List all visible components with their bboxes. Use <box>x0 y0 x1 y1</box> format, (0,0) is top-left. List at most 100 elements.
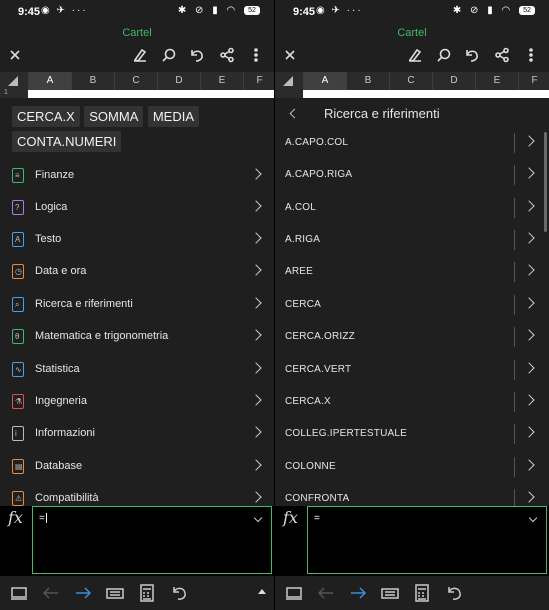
chevron-right-icon[interactable] <box>523 167 535 179</box>
category-matematica[interactable]: θ Matematica e trigonometria <box>0 321 274 353</box>
column-header-e[interactable]: E <box>475 72 518 90</box>
chevron-right-icon[interactable] <box>523 297 535 309</box>
column-header-a[interactable]: A <box>28 72 71 90</box>
previous-cell-button[interactable] <box>42 584 60 602</box>
row-header[interactable] <box>275 90 303 98</box>
recent-function-chip[interactable]: CERCA.X <box>12 106 80 127</box>
category-finanze[interactable]: ≡ Finanze <box>0 160 274 192</box>
chevron-right-icon[interactable] <box>523 362 535 374</box>
select-all-corner[interactable] <box>275 72 303 90</box>
function-item[interactable]: AREE <box>275 256 549 288</box>
number-keyboard-button[interactable] <box>106 584 124 602</box>
select-all-corner[interactable] <box>0 72 28 90</box>
back-arrow-icon[interactable] <box>289 108 300 119</box>
close-button[interactable] <box>281 46 299 64</box>
formula-input[interactable]: = <box>307 506 547 574</box>
chevron-right-icon[interactable] <box>523 459 535 471</box>
formula-bar: fx = <box>0 506 274 576</box>
category-label: Data e ora <box>35 265 87 277</box>
function-item[interactable]: CERCA.VERT <box>275 354 549 386</box>
category-informazioni[interactable]: i Informazioni <box>0 418 274 450</box>
function-item[interactable]: A.COL <box>275 192 549 224</box>
column-header-d[interactable]: D <box>157 72 200 90</box>
column-header-f[interactable]: F <box>243 72 274 90</box>
fx-label[interactable]: fx <box>283 508 298 527</box>
close-icon <box>285 50 295 60</box>
formula-input[interactable]: = <box>32 506 272 574</box>
share-button[interactable] <box>493 46 511 64</box>
column-header-f[interactable]: F <box>518 72 549 90</box>
row-header[interactable]: 1 <box>0 89 28 98</box>
category-data-e-ora[interactable]: ◷ Data e ora <box>0 256 274 288</box>
function-item[interactable]: A.RIGA <box>275 224 549 256</box>
redo-button[interactable] <box>171 584 189 602</box>
chevron-right-icon[interactable] <box>523 426 535 438</box>
category-compatibilita[interactable]: ⚠ Compatibilità <box>0 483 274 508</box>
chevron-right-icon[interactable] <box>523 135 535 147</box>
function-item[interactable]: COLLEG.IPERTESTUALE <box>275 418 549 450</box>
close-button[interactable] <box>6 46 24 64</box>
next-cell-button[interactable] <box>74 584 92 602</box>
chevron-down-icon[interactable] <box>528 513 538 523</box>
previous-cell-button[interactable] <box>317 584 335 602</box>
column-header-a[interactable]: A <box>303 72 346 90</box>
next-cell-button[interactable] <box>349 584 367 602</box>
expand-up-icon[interactable] <box>258 589 266 594</box>
chevron-right-icon[interactable] <box>523 264 535 276</box>
calculator-button[interactable] <box>413 584 431 602</box>
chevron-right-icon <box>250 297 262 309</box>
function-item[interactable]: CERCA <box>275 289 549 321</box>
undo-button[interactable] <box>463 46 481 64</box>
search-button[interactable] <box>160 46 178 64</box>
fx-label[interactable]: fx <box>8 508 23 527</box>
chevron-right-icon[interactable] <box>523 491 535 503</box>
search-icon <box>162 48 176 62</box>
chevron-right-icon <box>250 362 262 374</box>
category-database[interactable]: ▤ Database <box>0 451 274 483</box>
share-button[interactable] <box>218 46 236 64</box>
function-item[interactable]: A.CAPO.COL <box>275 127 549 159</box>
function-item[interactable]: CERCA.ORIZZ <box>275 321 549 353</box>
recent-function-chip[interactable]: MEDIA <box>147 106 199 127</box>
number-keyboard-button[interactable] <box>381 584 399 602</box>
function-item[interactable]: CERCA.X <box>275 386 549 418</box>
column-header-d[interactable]: D <box>432 72 475 90</box>
column-header-c[interactable]: C <box>114 72 157 90</box>
chevron-right-icon[interactable] <box>523 200 535 212</box>
chevron-right-icon[interactable] <box>523 394 535 406</box>
grid-row-1[interactable]: 1 <box>0 89 274 98</box>
function-item[interactable]: A.CAPO.RIGA <box>275 159 549 191</box>
category-logica[interactable]: ? Logica <box>0 192 274 224</box>
chevron-right-icon[interactable] <box>523 232 535 244</box>
chevron-right-icon <box>250 491 262 503</box>
undo-button[interactable] <box>188 46 206 64</box>
draw-button[interactable] <box>131 46 149 64</box>
status-time: 9:45 <box>293 6 316 18</box>
category-ingegneria[interactable]: ⚗ Ingegneria <box>0 386 274 418</box>
numpad-icon <box>381 588 399 599</box>
keyboard-toggle-button[interactable] <box>10 584 28 602</box>
function-item[interactable]: COLONNE <box>275 451 549 483</box>
more-options-button[interactable] <box>522 46 540 64</box>
search-button[interactable] <box>435 46 453 64</box>
column-header-e[interactable]: E <box>200 72 243 90</box>
recent-function-chip[interactable]: CONTA.NUMERI <box>12 131 122 152</box>
grid-row-1[interactable] <box>275 90 549 98</box>
category-statistica[interactable]: ∿ Statistica <box>0 354 274 386</box>
draw-button[interactable] <box>406 46 424 64</box>
more-options-button[interactable] <box>247 46 265 64</box>
column-header-c[interactable]: C <box>389 72 432 90</box>
chevron-right-icon[interactable] <box>523 329 535 341</box>
keyboard-toggle-button[interactable] <box>285 584 303 602</box>
recent-function-chip[interactable]: SOMMA <box>84 106 144 127</box>
status-bar: 9:45 ◉ ✈ ··· ✱ ⊘ ▮ ◠ 52 <box>275 0 549 26</box>
calculator-icon <box>415 584 429 602</box>
function-item[interactable]: CONFRONTA <box>275 483 549 508</box>
column-header-b[interactable]: B <box>346 72 389 90</box>
column-header-b[interactable]: B <box>71 72 114 90</box>
category-ricerca-e-riferimenti[interactable]: ⌕ Ricerca e riferimenti <box>0 289 274 321</box>
chevron-down-icon[interactable] <box>253 513 263 523</box>
calculator-button[interactable] <box>138 584 156 602</box>
category-testo[interactable]: A Testo <box>0 224 274 256</box>
redo-button[interactable] <box>446 584 464 602</box>
